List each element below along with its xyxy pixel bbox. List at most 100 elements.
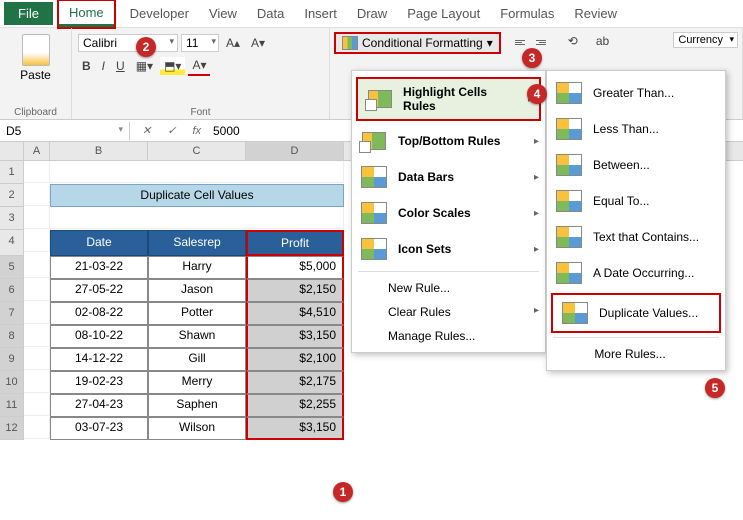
date-icon <box>556 262 582 284</box>
menu-text-contains[interactable]: Text that Contains... <box>547 219 725 255</box>
menu-new-rule[interactable]: New Rule... <box>352 276 545 300</box>
font-name-select[interactable]: Calibri <box>78 34 178 52</box>
menu-date-occurring[interactable]: A Date Occurring... <box>547 255 725 291</box>
cell-profit[interactable]: $2,150 <box>246 279 344 302</box>
conditional-formatting-button[interactable]: Conditional Formatting ▾ <box>334 32 501 54</box>
cell-date[interactable]: 21-03-22 <box>50 256 148 279</box>
cell-salesrep[interactable]: Harry <box>148 256 246 279</box>
bold-button[interactable]: B <box>78 57 95 75</box>
row-header[interactable]: 7 <box>0 302 24 325</box>
col-date-header: Date <box>50 230 148 256</box>
col-header-c[interactable]: C <box>148 142 246 160</box>
menu-equal-to[interactable]: Equal To... <box>547 183 725 219</box>
cell-date[interactable]: 27-05-22 <box>50 279 148 302</box>
cell-date[interactable]: 14-12-22 <box>50 348 148 371</box>
menu-top-bottom[interactable]: Top/Bottom Rules▸ <box>352 123 545 159</box>
menu-color-scales[interactable]: Color Scales▸ <box>352 195 545 231</box>
increase-font-button[interactable]: A▴ <box>222 34 244 52</box>
align-center-button[interactable] <box>534 34 552 50</box>
select-all-corner[interactable] <box>0 142 24 160</box>
row-header[interactable]: 3 <box>0 207 24 230</box>
tab-view[interactable]: View <box>199 2 247 25</box>
number-format-select[interactable]: Currency <box>673 32 738 48</box>
menu-more-rules[interactable]: More Rules... <box>547 342 725 366</box>
cell-salesrep[interactable]: Saphen <box>148 394 246 417</box>
row-header[interactable]: 1 <box>0 161 24 184</box>
row-header[interactable]: 11 <box>0 394 24 417</box>
wrap-text-button[interactable]: ab <box>592 32 613 50</box>
cell-date[interactable]: 02-08-22 <box>50 302 148 325</box>
tab-insert[interactable]: Insert <box>294 2 347 25</box>
enter-formula-button[interactable]: ✓ <box>163 124 180 137</box>
cell-salesrep[interactable]: Wilson <box>148 417 246 440</box>
topbottom-icon <box>362 132 386 150</box>
highlight-cells-submenu: Greater Than... Less Than... Between... … <box>546 70 726 371</box>
underline-button[interactable]: U <box>112 57 129 75</box>
menu-less-than[interactable]: Less Than... <box>547 111 725 147</box>
menu-manage-rules[interactable]: Manage Rules... <box>352 324 545 348</box>
paste-button[interactable]: Paste <box>6 32 65 84</box>
callout-badge-1: 1 <box>333 482 353 502</box>
col-header-b[interactable]: B <box>50 142 148 160</box>
cell-profit[interactable]: $3,150 <box>246 325 344 348</box>
border-button[interactable]: ▦▾ <box>132 57 157 75</box>
tab-formulas[interactable]: Formulas <box>490 2 564 25</box>
cell-date[interactable]: 27-04-23 <box>50 394 148 417</box>
callout-badge-2: 2 <box>136 37 156 57</box>
tab-pagelayout[interactable]: Page Layout <box>397 2 490 25</box>
fill-color-button[interactable]: ⬒▾ <box>160 57 185 75</box>
row-header[interactable]: 9 <box>0 348 24 371</box>
row-header[interactable]: 5 <box>0 256 24 279</box>
font-color-button[interactable]: A▾ <box>188 56 210 76</box>
tab-review[interactable]: Review <box>564 2 627 25</box>
cell-salesrep[interactable]: Jason <box>148 279 246 302</box>
col-header-d[interactable]: D <box>246 142 344 160</box>
row-header[interactable]: 6 <box>0 279 24 302</box>
clipboard-icon <box>22 34 50 66</box>
cell-profit[interactable]: $2,255 <box>246 394 344 417</box>
italic-button[interactable]: I <box>98 57 109 75</box>
row-header[interactable]: 12 <box>0 417 24 440</box>
font-size-select[interactable]: 11 <box>181 34 219 52</box>
menu-data-bars[interactable]: Data Bars▸ <box>352 159 545 195</box>
clipboard-group-label: Clipboard <box>0 107 71 118</box>
cell-profit[interactable]: $2,100 <box>246 348 344 371</box>
menu-highlight-cells[interactable]: Highlight Cells Rules▸ <box>356 77 541 121</box>
table-title: Duplicate Cell Values <box>50 184 344 207</box>
cell-profit[interactable]: $5,000 <box>246 256 344 279</box>
cf-label: Conditional Formatting <box>362 36 483 50</box>
cell-date[interactable]: 03-07-23 <box>50 417 148 440</box>
tab-developer[interactable]: Developer <box>120 2 199 25</box>
fx-button[interactable]: fx <box>188 125 205 137</box>
name-box[interactable]: D5 <box>0 122 130 140</box>
cell-profit[interactable]: $2,175 <box>246 371 344 394</box>
tab-home[interactable]: Home <box>59 1 114 27</box>
tab-draw[interactable]: Draw <box>347 2 397 25</box>
colorscales-icon <box>361 202 387 224</box>
menu-icon-sets[interactable]: Icon Sets▸ <box>352 231 545 267</box>
menu-greater-than[interactable]: Greater Than... <box>547 75 725 111</box>
orientation-button[interactable]: ⟲ <box>564 32 582 50</box>
menu-between[interactable]: Between... <box>547 147 725 183</box>
cell-profit[interactable]: $3,150 <box>246 417 344 440</box>
row-header[interactable]: 10 <box>0 371 24 394</box>
tab-data[interactable]: Data <box>247 2 294 25</box>
row-header[interactable]: 2 <box>0 184 24 207</box>
cell-salesrep[interactable]: Potter <box>148 302 246 325</box>
cell-date[interactable]: 19-02-23 <box>50 371 148 394</box>
col-header-a[interactable]: A <box>24 142 50 160</box>
row-header[interactable]: 8 <box>0 325 24 348</box>
menu-duplicate-values[interactable]: Duplicate Values... <box>551 293 721 333</box>
cell-profit[interactable]: $4,510 <box>246 302 344 325</box>
cancel-formula-button[interactable]: ✕ <box>138 124 155 137</box>
decrease-font-button[interactable]: A▾ <box>247 34 269 52</box>
tab-file[interactable]: File <box>4 2 53 25</box>
cell-salesrep[interactable]: Merry <box>148 371 246 394</box>
highlight-cells-icon <box>368 90 392 108</box>
row-header[interactable]: 4 <box>0 230 24 256</box>
cell-salesrep[interactable]: Gill <box>148 348 246 371</box>
formula-value[interactable]: 5000 <box>213 124 240 138</box>
cell-date[interactable]: 08-10-22 <box>50 325 148 348</box>
menu-clear-rules[interactable]: Clear Rules▸ <box>352 300 545 324</box>
cell-salesrep[interactable]: Shawn <box>148 325 246 348</box>
